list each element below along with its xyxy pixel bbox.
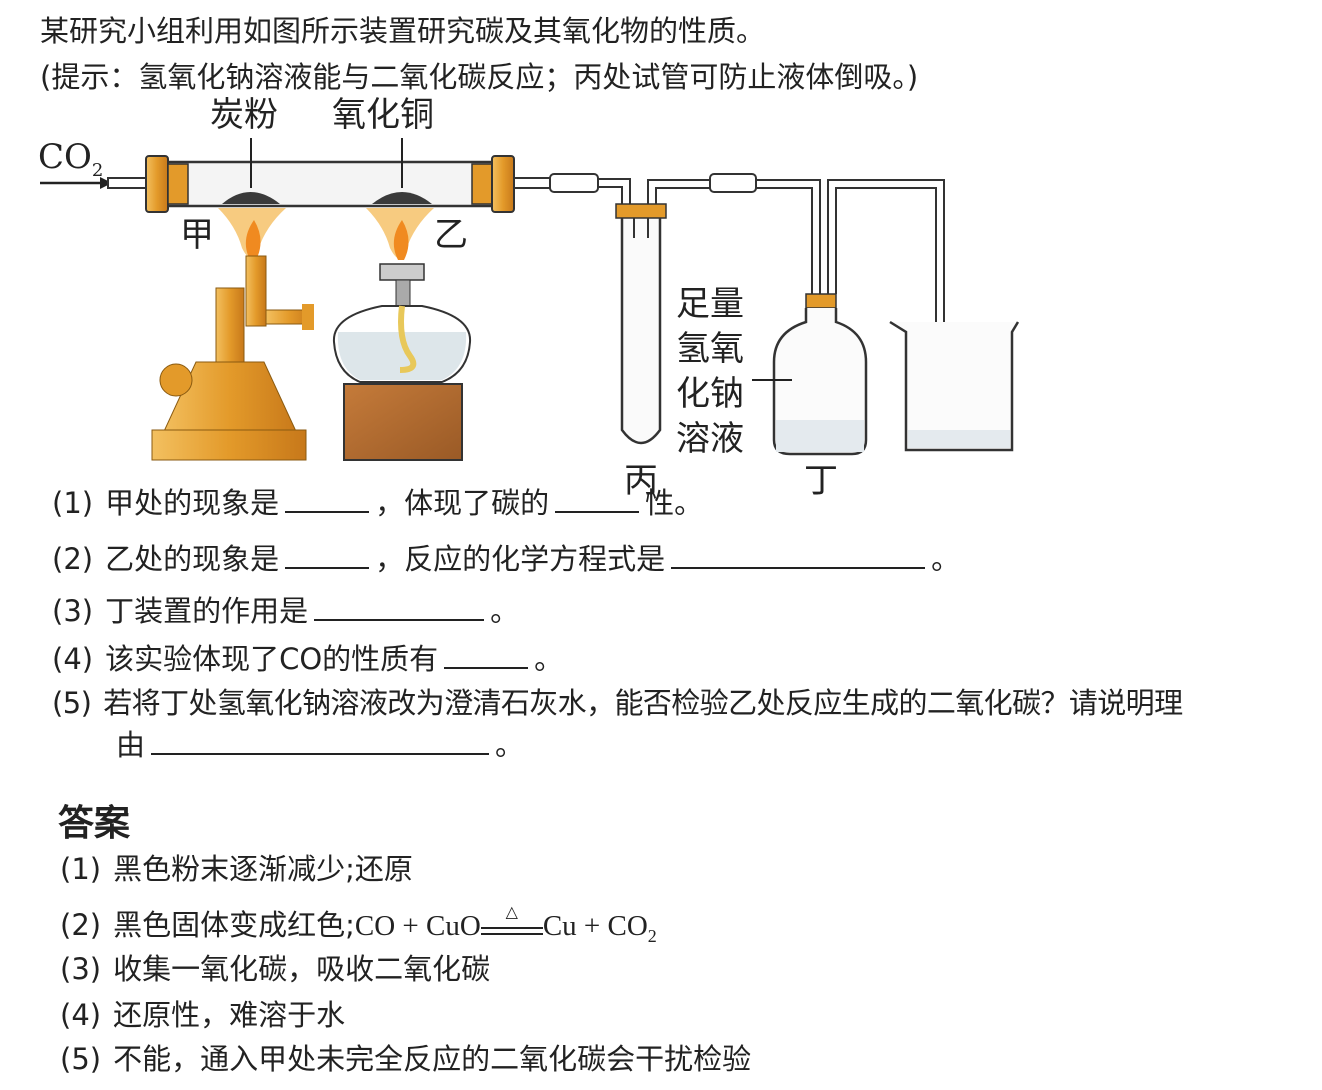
answer-1: (1) 黑色粉末逐渐减少;还原	[60, 852, 413, 886]
answer-2: (2) 黑色固体变成红色;CO + CuO △ Cu + CO2	[60, 902, 657, 955]
bunsen-burner	[151, 255, 314, 461]
equation-right: Cu + CO	[542, 910, 648, 942]
question-1: (1) 甲处的现象是 ，体现了碳的 性。	[52, 485, 704, 520]
flame-yi	[366, 208, 434, 260]
rubber-connector-2	[709, 173, 757, 193]
co2-label: CO2	[38, 137, 104, 181]
answer-blank[interactable]	[314, 593, 485, 621]
combustion-tube	[158, 160, 502, 208]
answer-blank[interactable]	[555, 485, 640, 513]
question-intro: 某研究小组利用如图所示装置研究碳及其氧化物的性质。	[40, 14, 766, 48]
inlet-pipe	[107, 177, 149, 189]
right-stopper	[471, 155, 515, 213]
ding-label: 丁	[804, 461, 838, 501]
question-hint: (提示：氢氧化钠溶液能与二氧化碳反应；丙处试管可防止液体倒吸。)	[40, 60, 919, 94]
answer-title: 答案	[58, 803, 131, 844]
question-5-cont: 由。	[116, 727, 525, 762]
equation-left: CO + CuO	[354, 910, 481, 942]
yi-label: 乙	[434, 215, 468, 255]
copper-oxide-label: 氧化铜	[332, 95, 434, 135]
question-4: (4) 该实验体现了CO的性质有。	[52, 641, 564, 676]
answer-4: (4) 还原性，难溶于水	[60, 998, 346, 1032]
flame-jia	[218, 208, 286, 260]
wooden-block	[343, 383, 463, 461]
answer-blank[interactable]	[444, 641, 529, 669]
answer-blank[interactable]	[285, 541, 370, 569]
experiment-diagram	[40, 138, 1020, 461]
carbon-powder-label: 炭粉	[210, 95, 278, 135]
connector-pipe-1	[513, 173, 631, 210]
jia-label: 甲	[180, 215, 214, 255]
reaction-arrow: △	[480, 902, 543, 935]
naoh-label: 足量 氢氧 化钠 溶液	[676, 284, 744, 459]
question-5: (5) 若将丁处氢氧化钠溶液改为澄清石灰水，能否检验乙处反应生成的二氧化碳？请说明…	[52, 686, 1183, 720]
heat-condition: △	[505, 902, 518, 921]
answer-5: (5) 不能，通入甲处未完全反应的二氧化碳会干扰检验	[60, 1042, 752, 1076]
answer-3: (3) 收集一氧化碳，吸收二氧化碳	[60, 952, 491, 986]
answer-blank[interactable]	[151, 727, 490, 755]
answer-blank[interactable]	[671, 541, 926, 569]
beaker	[889, 320, 1020, 452]
question-3: (3) 丁装置的作用是。	[52, 593, 520, 628]
answer-blank[interactable]	[285, 485, 370, 513]
left-stopper	[145, 155, 189, 213]
question-2: (2) 乙处的现象是 ，反应的化学方程式是。	[52, 541, 961, 576]
alcohol-lamp	[332, 263, 472, 383]
